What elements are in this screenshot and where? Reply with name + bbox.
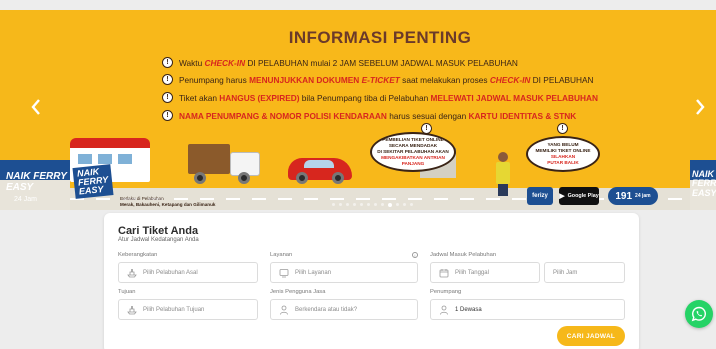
- notice-text: NAMA PENUMPANG & NOMOR POLISI KENDARAAN …: [179, 110, 577, 121]
- carousel-dot[interactable]: [388, 202, 392, 207]
- exclamation-icon: !: [557, 123, 568, 134]
- user-icon: [280, 305, 288, 315]
- notice-item: ! Tiket akan HANGUS (EXPIRED) bila Penum…: [162, 92, 598, 103]
- carousel-dot[interactable]: [332, 203, 335, 206]
- passenger-label: Penumpang: [430, 289, 462, 295]
- chevron-left-icon: [31, 99, 40, 115]
- service-icon: [279, 268, 289, 277]
- bubble-right-alert: !: [557, 123, 574, 134]
- carousel-dot[interactable]: [353, 203, 356, 206]
- whatsapp-chat-button[interactable]: [685, 300, 713, 328]
- notice-item: ! Waktu CHECK-IN DI PELABUHAN mulai 2 JA…: [162, 57, 518, 68]
- search-schedule-button[interactable]: CARI JADWAL: [557, 326, 625, 346]
- search-subtitle: Atur Jadwal Kedatangan Anda: [118, 237, 199, 243]
- carousel-dot[interactable]: [396, 203, 399, 206]
- info-icon[interactable]: i: [412, 252, 418, 258]
- notice-item: ! Penumpang harus MENUNJUKKAN DOKUMEN E-…: [162, 74, 594, 85]
- ship-icon: [127, 305, 137, 314]
- slogan-logo: NAIK FERRY EASY: [72, 164, 114, 199]
- warning-bubble-right: YANG BELUM MEMILIKI TIKET ONLINE SILAHKA…: [526, 136, 600, 172]
- date-picker[interactable]: Pilih Tanggal: [430, 262, 540, 283]
- destination-label: Tujuan: [118, 289, 136, 295]
- play-store-icon: ▶: [559, 193, 565, 200]
- calendar-icon: [439, 268, 449, 277]
- bubble-left-alert: !: [421, 123, 438, 134]
- wheel-icon: [332, 172, 344, 184]
- wheel-icon: [238, 172, 250, 184]
- wheel-icon: [296, 172, 308, 184]
- notice-text: Penumpang harus MENUNJUKKAN DOKUMEN E-TI…: [179, 74, 594, 85]
- carousel-dot[interactable]: [374, 203, 377, 206]
- user-type-label: Jenis Pengguna Jasa: [270, 289, 326, 295]
- banner-title: INFORMASI PENTING: [288, 28, 472, 47]
- ferizy-app-badge[interactable]: ferizy: [527, 187, 553, 205]
- carousel-indicators[interactable]: [332, 202, 413, 207]
- slogan-logo: NAIK FERRY EASY: [6, 171, 67, 193]
- carousel-dot[interactable]: [339, 203, 342, 206]
- exclamation-icon: !: [162, 74, 173, 85]
- origin-label: Keberangkatan: [118, 252, 158, 258]
- carousel-prev-button[interactable]: [31, 99, 41, 119]
- officer-illustration: [496, 152, 510, 196]
- schedule-label: Jadwal Masuk Pelabuhan: [430, 252, 497, 258]
- origin-select[interactable]: Pilih Pelabuhan Asal: [118, 262, 258, 283]
- passenger-icon: [440, 305, 448, 315]
- carousel-active-slide[interactable]: INFORMASI PENTING ! Waktu CHECK-IN DI PE…: [70, 10, 690, 210]
- notice-text: Tiket akan HANGUS (EXPIRED) bila Penumpa…: [179, 92, 598, 103]
- ticket-search-card: Cari Tiket Anda Atur Jadwal Kedatangan A…: [104, 213, 639, 349]
- service-select[interactable]: Pilih Layanan: [270, 262, 418, 283]
- hotline-caption: 24 Jam: [14, 196, 37, 203]
- carousel-next-button[interactable]: [695, 99, 705, 119]
- carousel-dot[interactable]: [346, 203, 349, 206]
- search-title: Cari Tiket Anda: [118, 225, 199, 237]
- carousel-dot[interactable]: [381, 203, 384, 206]
- notice-text: Waktu CHECK-IN DI PELABUHAN mulai 2 JAM …: [179, 57, 518, 68]
- carousel-dot[interactable]: [403, 203, 406, 206]
- exclamation-icon: !: [162, 110, 173, 121]
- google-play-badge[interactable]: ▶ Google Play: [559, 187, 599, 205]
- truck-illustration: [188, 144, 230, 174]
- warning-bubble-left: PEMBELIAN TIKET ONLINE SECARA MENDADAK D…: [370, 132, 456, 172]
- carousel-dot[interactable]: [367, 203, 370, 206]
- hotline-badge: 191 24 jam: [608, 187, 658, 205]
- exclamation-icon: !: [421, 123, 432, 134]
- carousel-dot[interactable]: [360, 203, 363, 206]
- destination-select[interactable]: Pilih Pelabuhan Tujuan: [118, 299, 258, 320]
- user-type-select[interactable]: Berkendara atau tidak?: [270, 299, 418, 320]
- passenger-select[interactable]: 1 Dewasa: [430, 299, 625, 320]
- carousel-dot[interactable]: [410, 203, 413, 206]
- slogan-logo: NAIK FERRY EASY: [692, 170, 716, 198]
- service-label: Layanan: [270, 252, 293, 258]
- time-select[interactable]: Pilih Jam: [544, 262, 625, 283]
- ports-caption: Berlaku di Pelabuhan Merak, Bakauheni, K…: [120, 196, 216, 207]
- notice-item: ! NAMA PENUMPANG & NOMOR POLISI KENDARAA…: [162, 110, 576, 121]
- page: NAIK FERRY EASY 24 Jam NAIK FERRY EASY I…: [0, 0, 716, 349]
- wheel-icon: [194, 172, 206, 184]
- ship-icon: [127, 268, 137, 277]
- exclamation-icon: !: [162, 92, 173, 103]
- whatsapp-icon: [691, 306, 706, 322]
- chevron-right-icon: [696, 99, 705, 115]
- exclamation-icon: !: [162, 57, 173, 68]
